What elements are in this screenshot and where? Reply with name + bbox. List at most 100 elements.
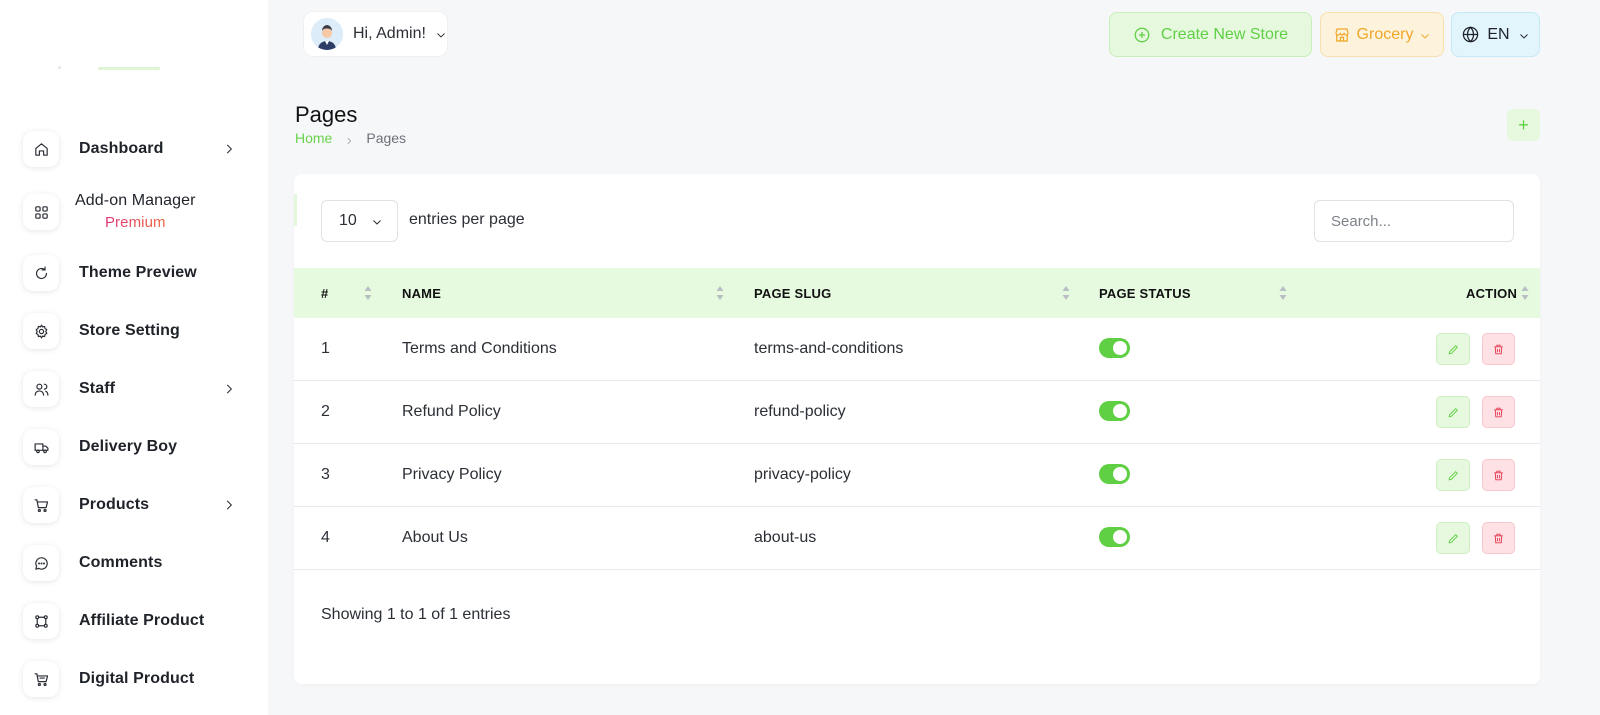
language-label: EN: [1487, 25, 1510, 43]
delete-button[interactable]: [1482, 333, 1515, 365]
sidebar-item-addon-manager[interactable]: Add-on Manager Premium: [23, 190, 248, 234]
column-label: #: [321, 285, 329, 301]
row-number: 3: [321, 466, 330, 483]
page-slug: refund-policy: [754, 403, 846, 420]
sort-icon: [364, 285, 372, 301]
grid-icon: [23, 194, 59, 230]
addon-manager-label: Add-on Manager: [75, 192, 196, 209]
table-row: 3 Privacy Policy privacy-policy: [294, 444, 1540, 507]
chevron-right-icon: [222, 382, 236, 396]
chat-icon: [23, 545, 59, 581]
chevron-down-icon: [373, 220, 381, 225]
page-slug: terms-and-conditions: [754, 340, 904, 357]
table-row: 1 Terms and Conditions terms-and-conditi…: [294, 318, 1540, 381]
pencil-icon: [1448, 407, 1458, 417]
page-slug: about-us: [754, 529, 817, 546]
column-label: PAGE SLUG: [754, 285, 832, 301]
column-header-page-slug[interactable]: PAGE SLUG: [754, 268, 831, 318]
chevron-right-icon: [222, 142, 236, 156]
trash-icon: [1494, 344, 1503, 354]
page-status-toggle[interactable]: [1099, 338, 1130, 358]
sidebar-item-affiliate-product[interactable]: Affiliate Product: [23, 599, 248, 643]
user-greeting: Hi, Admin!: [353, 25, 426, 42]
entries-per-page-select[interactable]: 10: [321, 200, 398, 242]
card-accent: [294, 194, 297, 226]
delete-button[interactable]: [1482, 396, 1515, 428]
sidebar-item-products[interactable]: Products: [23, 483, 248, 527]
sidebar-item-label: Delivery Boy: [79, 438, 178, 455]
chevron-down-icon: [1518, 29, 1530, 41]
sidebar: Dashboard Add-on Manager Premium Theme P…: [0, 0, 268, 715]
table-row: 2 Refund Policy refund-policy: [294, 381, 1540, 444]
table-header: # NAME PAGE SLUG PAGE STATUS ACTION: [294, 268, 1540, 318]
breadcrumb-home-link[interactable]: Home: [295, 130, 332, 146]
avatar: [311, 18, 343, 50]
create-new-store-label: Create New Store: [1160, 25, 1289, 43]
digital-cart-icon: [23, 661, 59, 697]
search-input[interactable]: [1314, 200, 1514, 242]
plus-circle-icon: [1134, 27, 1150, 42]
store-type-label: Grocery: [1356, 25, 1414, 43]
refresh-icon: [23, 255, 59, 291]
truck-icon: [23, 429, 59, 465]
sidebar-item-label: Affiliate Product: [79, 612, 205, 629]
page-status-toggle[interactable]: [1099, 401, 1130, 421]
column-header-action[interactable]: ACTION: [1466, 268, 1517, 318]
edit-button[interactable]: [1436, 396, 1470, 428]
sidebar-item-digital-product[interactable]: Digital Product: [23, 657, 248, 701]
edit-button[interactable]: [1436, 333, 1470, 365]
breadcrumb-current: Pages: [366, 130, 407, 146]
store-icon: [1334, 27, 1349, 42]
language-dropdown[interactable]: EN: [1451, 12, 1540, 57]
page-status-toggle[interactable]: [1099, 464, 1130, 484]
trash-icon: [1494, 407, 1503, 417]
chevron-down-icon: [435, 28, 447, 40]
create-new-store-button[interactable]: Create New Store: [1109, 12, 1312, 57]
sidebar-item-label: Products: [79, 496, 150, 513]
column-header-name[interactable]: NAME: [402, 268, 441, 318]
sidebar-item-label: Add-on Manager Premium: [75, 190, 196, 234]
pencil-icon: [1448, 533, 1458, 543]
table-info: Showing 1 to 1 of 1 entries: [321, 606, 511, 623]
page-name: Refund Policy: [402, 403, 501, 420]
users-icon: [23, 371, 59, 407]
page-status-toggle[interactable]: [1099, 527, 1130, 547]
trash-icon: [1494, 470, 1503, 480]
sort-icon: [1279, 285, 1287, 301]
page-name: About Us: [402, 529, 468, 546]
edit-button[interactable]: [1436, 522, 1470, 554]
row-number: 4: [321, 529, 330, 546]
edit-button[interactable]: [1436, 459, 1470, 491]
store-type-dropdown[interactable]: Grocery: [1320, 12, 1444, 57]
sidebar-item-delivery-boy[interactable]: Delivery Boy: [23, 425, 248, 469]
logo: [58, 64, 164, 70]
sidebar-item-label: Digital Product: [79, 670, 195, 687]
sidebar-item-dashboard[interactable]: Dashboard: [23, 127, 248, 171]
page-name: Terms and Conditions: [402, 340, 557, 357]
add-page-button[interactable]: +: [1507, 109, 1540, 141]
user-menu[interactable]: Hi, Admin!: [303, 11, 448, 57]
sidebar-item-staff[interactable]: Staff: [23, 367, 248, 411]
sidebar-item-label: Staff: [79, 380, 116, 397]
sidebar-item-label: Theme Preview: [79, 264, 197, 281]
delete-button[interactable]: [1482, 459, 1515, 491]
sidebar-item-label: Dashboard: [79, 140, 164, 157]
column-header-number[interactable]: #: [321, 268, 328, 318]
sidebar-item-comments[interactable]: Comments: [23, 541, 248, 585]
table-row: 4 About Us about-us: [294, 507, 1540, 570]
chevron-right-icon: [344, 133, 354, 145]
sidebar-item-label: Store Setting: [79, 322, 180, 339]
sort-icon: [716, 285, 724, 301]
column-header-page-status[interactable]: PAGE STATUS: [1099, 268, 1191, 318]
chevron-down-icon: [1419, 29, 1431, 41]
page-title: Pages: [295, 102, 358, 127]
sort-icon: [1062, 285, 1070, 301]
page-name: Privacy Policy: [402, 466, 502, 483]
pencil-icon: [1448, 470, 1458, 480]
pencil-icon: [1448, 344, 1458, 354]
gear-icon: [23, 313, 59, 349]
delete-button[interactable]: [1482, 522, 1515, 554]
sidebar-item-store-setting[interactable]: Store Setting: [23, 309, 248, 353]
sidebar-item-theme-preview[interactable]: Theme Preview: [23, 251, 248, 295]
row-number: 1: [321, 340, 330, 357]
